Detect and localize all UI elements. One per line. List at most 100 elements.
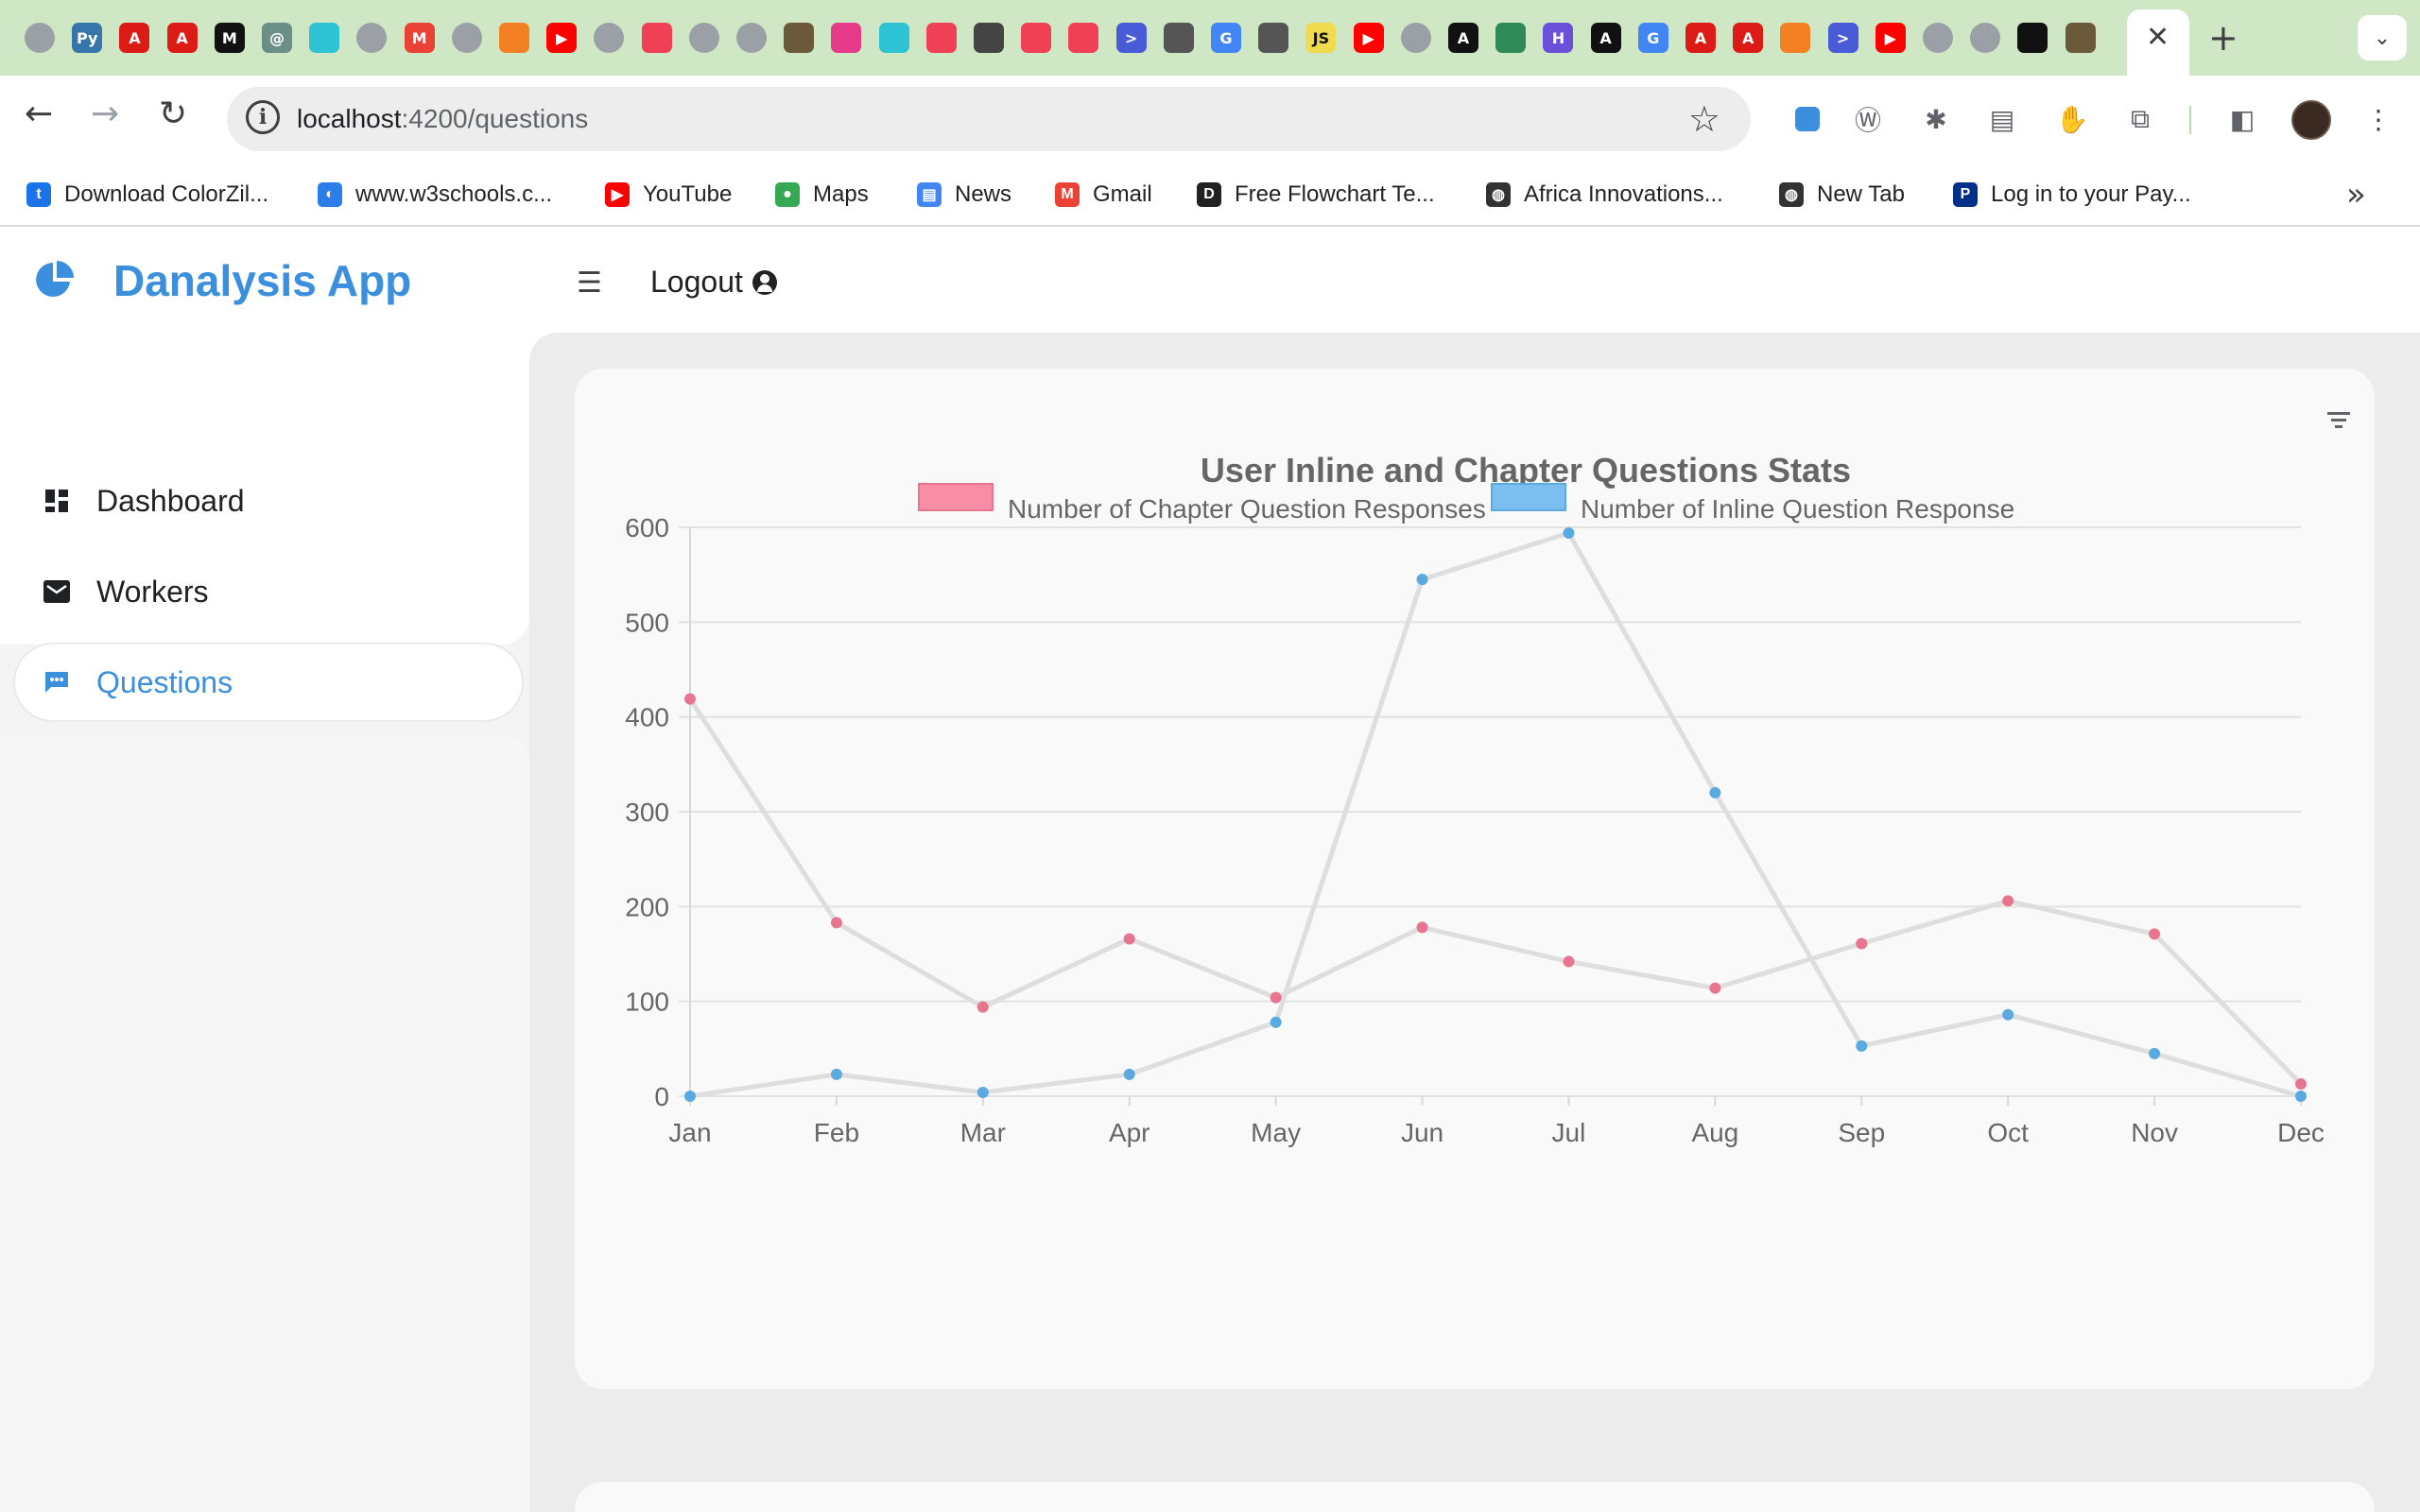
wordpress-icon[interactable]: Ⓦ bbox=[1849, 100, 1887, 138]
globe-icon[interactable] bbox=[25, 23, 55, 53]
codepen-icon[interactable] bbox=[2017, 23, 2048, 53]
y-tick-label: 200 bbox=[625, 892, 669, 921]
extension-icon[interactable] bbox=[1789, 100, 1826, 138]
pocket-icon[interactable] bbox=[925, 23, 957, 53]
bug-icon[interactable]: ✱ bbox=[1917, 100, 1955, 138]
globe-icon: ◍ bbox=[1779, 182, 1804, 207]
youtube-icon[interactable]: ▶ bbox=[1353, 23, 1384, 53]
new-tab-button[interactable]: + bbox=[2208, 17, 2238, 59]
address-bar[interactable]: i localhost:4200/questions ☆ bbox=[227, 87, 1751, 151]
sidebar-item-workers[interactable]: Workers bbox=[15, 554, 522, 629]
youtube-icon[interactable]: ▶ bbox=[546, 23, 578, 53]
angular-icon[interactable]: A bbox=[119, 23, 150, 53]
close-tab-icon[interactable]: ✕ bbox=[2146, 21, 2169, 54]
x-tick-label: Sep bbox=[1838, 1118, 1885, 1147]
profile-avatar[interactable] bbox=[2291, 100, 2331, 140]
google-icon[interactable]: G bbox=[1637, 23, 1668, 53]
h-icon[interactable]: H bbox=[1543, 23, 1574, 53]
github-icon[interactable] bbox=[356, 23, 388, 53]
photo-icon[interactable] bbox=[2065, 23, 2096, 53]
github-icon[interactable] bbox=[451, 23, 482, 53]
terminal-icon[interactable]: > bbox=[1115, 23, 1147, 53]
medium-icon[interactable]: M bbox=[214, 23, 245, 53]
logout-button[interactable]: Logout bbox=[650, 265, 777, 300]
url-text[interactable]: localhost:4200/questions bbox=[297, 104, 588, 134]
brand-title[interactable]: Danalysis App bbox=[113, 255, 411, 306]
dashboard-icon bbox=[43, 488, 70, 514]
globe-icon[interactable] bbox=[736, 23, 767, 53]
openai-icon[interactable]: @ bbox=[262, 23, 292, 53]
cube-icon[interactable] bbox=[878, 23, 909, 53]
stackoverflow-icon[interactable] bbox=[1780, 23, 1811, 53]
hand-icon[interactable]: ✋ bbox=[2053, 100, 2091, 138]
angular-icon[interactable]: A bbox=[1733, 23, 1764, 53]
angular-dark-icon[interactable]: A bbox=[1448, 23, 1478, 53]
python-icon[interactable]: Py bbox=[72, 23, 103, 53]
sidebar-item-dashboard[interactable]: Dashboard bbox=[15, 463, 522, 539]
book-icon[interactable] bbox=[1163, 23, 1194, 53]
hamburger-menu-icon[interactable]: ☰ bbox=[577, 266, 602, 300]
back-icon[interactable]: ← bbox=[25, 94, 53, 133]
menu-kebab-icon[interactable]: ⋮ bbox=[2360, 100, 2397, 138]
bookmark-item[interactable]: ◍ New Tab bbox=[1779, 180, 1905, 210]
javascript-icon[interactable]: JS bbox=[1305, 23, 1337, 53]
angular-icon[interactable]: A bbox=[1685, 23, 1716, 53]
bookmark-item[interactable]: ● Maps bbox=[775, 180, 869, 210]
bookmark-item[interactable]: M Gmail bbox=[1055, 180, 1152, 210]
book-icon[interactable] bbox=[1258, 23, 1289, 53]
plugin-icon[interactable] bbox=[1495, 23, 1527, 53]
angular-dark-icon[interactable]: A bbox=[1590, 23, 1621, 53]
github-icon[interactable] bbox=[688, 23, 719, 53]
sidebar-item-questions[interactable]: Questions bbox=[15, 644, 522, 720]
colorzilla-icon: t bbox=[26, 182, 51, 207]
data-point bbox=[1709, 982, 1721, 994]
cube-icon[interactable] bbox=[831, 23, 862, 53]
bookmark-label: www.w3schools.c... bbox=[355, 181, 553, 207]
data-point bbox=[1856, 937, 1868, 950]
x-tick-label: Apr bbox=[1109, 1118, 1150, 1147]
photo-icon[interactable] bbox=[784, 23, 815, 53]
site-info-icon[interactable]: i bbox=[246, 100, 280, 134]
active-tab[interactable]: ✕ bbox=[2127, 9, 2189, 76]
more-bookmarks-icon[interactable]: » bbox=[2346, 176, 2366, 214]
series-line-2 bbox=[689, 530, 2302, 1099]
google-icon[interactable]: G bbox=[1211, 23, 1241, 53]
gmail-icon[interactable]: M bbox=[404, 23, 435, 53]
bookmark-item[interactable]: ◐ www.w3schools.c... bbox=[318, 180, 552, 210]
book-icon[interactable] bbox=[974, 23, 1004, 53]
angular-icon[interactable]: A bbox=[166, 23, 198, 53]
sidebar-item-label: Workers bbox=[96, 574, 209, 609]
x-tick-label: Jun bbox=[1401, 1118, 1443, 1147]
youtube-icon[interactable]: ▶ bbox=[1875, 23, 1906, 53]
pocket-icon[interactable] bbox=[1021, 23, 1052, 53]
forward-icon[interactable]: → bbox=[91, 94, 119, 133]
clipboard-icon[interactable]: ▤ bbox=[1983, 100, 2021, 138]
data-point bbox=[830, 917, 842, 929]
bookmark-item[interactable]: ◍ Africa Innovations... bbox=[1486, 180, 1723, 210]
pocket-icon[interactable] bbox=[641, 23, 672, 53]
y-tick-label: 600 bbox=[625, 513, 669, 542]
extensions-puzzle-icon[interactable]: ⧉ bbox=[2121, 100, 2159, 138]
bookmark-item[interactable]: D Free Flowchart Te... bbox=[1197, 180, 1435, 210]
y-tick-label: 400 bbox=[625, 703, 669, 732]
github-icon[interactable] bbox=[1923, 23, 1953, 53]
pocket-icon[interactable] bbox=[1068, 23, 1099, 53]
terminal-icon[interactable]: > bbox=[1827, 23, 1858, 53]
user-circle-icon bbox=[752, 269, 777, 295]
tab-search-button[interactable]: ⌄ bbox=[2358, 15, 2407, 60]
github-icon[interactable] bbox=[594, 23, 625, 53]
bookmark-star-icon[interactable]: ☆ bbox=[1688, 98, 1720, 140]
stackoverflow-icon[interactable] bbox=[499, 23, 529, 53]
github-icon[interactable] bbox=[1400, 23, 1431, 53]
bookmark-label: Maps bbox=[813, 181, 869, 207]
globe-icon: ◍ bbox=[1486, 182, 1511, 207]
github-icon[interactable] bbox=[1970, 23, 2001, 53]
bookmark-item[interactable]: P Log in to your Pay... bbox=[1953, 180, 2191, 210]
bookmark-item[interactable]: ▤ News bbox=[917, 180, 1011, 210]
side-panel-icon[interactable]: ◧ bbox=[2223, 100, 2261, 138]
cube-icon[interactable] bbox=[309, 23, 340, 53]
bookmark-item[interactable]: t Download ColorZil... bbox=[26, 180, 268, 210]
bookmark-label: Africa Innovations... bbox=[1524, 181, 1723, 207]
reload-icon[interactable]: ↻ bbox=[159, 94, 187, 133]
bookmark-item[interactable]: ▶ YouTube bbox=[605, 180, 732, 210]
